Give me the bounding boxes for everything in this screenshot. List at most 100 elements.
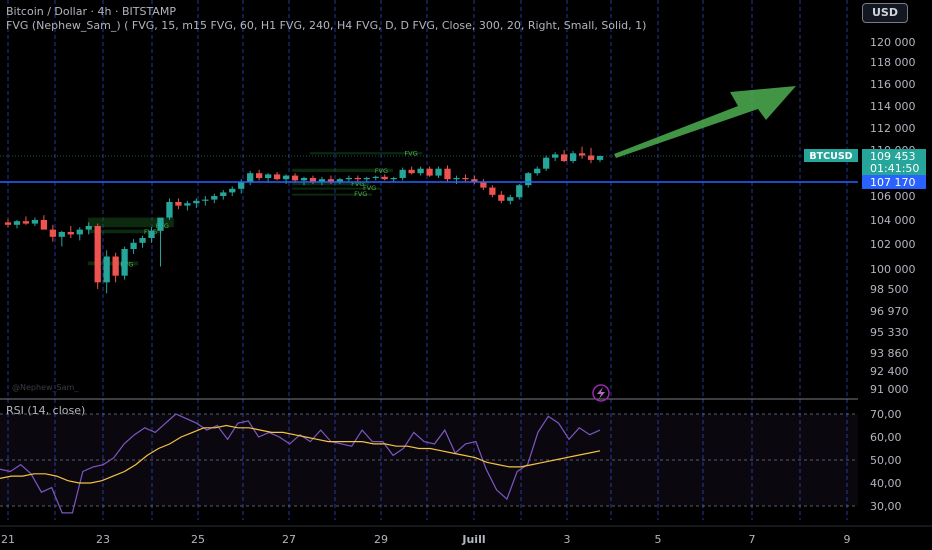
candle — [202, 199, 209, 201]
time-axis[interactable]: 21 23 25 27 29 Juill 3 5 7 9 — [0, 525, 932, 546]
price-tick-label: 100 000 — [870, 263, 916, 276]
candle — [408, 169, 415, 174]
candle — [31, 220, 39, 224]
time-tick-label: 7 — [749, 533, 756, 546]
candle — [372, 176, 379, 178]
candle — [363, 178, 370, 180]
candle — [157, 217, 164, 231]
candle — [534, 168, 541, 174]
arrow-shape — [614, 86, 796, 158]
time-tick-label: 9 — [844, 533, 851, 546]
rsi-legend[interactable]: RSI (14, close) — [6, 404, 85, 417]
candle — [103, 256, 110, 283]
candle — [390, 178, 397, 180]
time-tick-label: Juill — [461, 533, 485, 546]
hline-price-text: 107 170 — [870, 176, 916, 189]
candle — [112, 256, 119, 276]
candle — [345, 178, 352, 180]
candle — [220, 192, 227, 196]
candle — [264, 174, 272, 178]
rsi-tick-label: 70,00 — [870, 408, 902, 421]
price-tick-label: 106 000 — [870, 190, 916, 203]
price-tick-label: 96 970 — [870, 305, 909, 318]
candle — [354, 178, 361, 180]
candle — [596, 156, 604, 160]
time-tick-label: 23 — [96, 533, 110, 546]
chart-title: Bitcoin / Dollar · 4h · BITSTAMP — [6, 5, 176, 18]
candle — [462, 178, 469, 180]
candle — [247, 173, 254, 182]
price-tick-label: 120 000 — [870, 36, 916, 49]
price-tick-label: 118 000 — [870, 56, 916, 69]
candle — [453, 178, 460, 180]
candle — [498, 194, 505, 201]
price-tick-label: 116 000 — [870, 78, 916, 91]
candle — [139, 238, 146, 243]
candle — [67, 232, 74, 235]
currency-button[interactable]: USD — [862, 3, 908, 23]
price-tick-label: 98 500 — [870, 283, 909, 296]
candle — [282, 175, 290, 180]
candle — [417, 168, 424, 174]
trend-arrow[interactable] — [614, 86, 796, 158]
rsi-tick-label: 50,00 — [870, 454, 902, 467]
candle — [291, 175, 299, 181]
price-tick-label: 114 000 — [870, 100, 916, 113]
time-tick-label: 3 — [564, 533, 571, 546]
rsi-tick-label: 40,00 — [870, 477, 902, 490]
candle — [58, 232, 65, 237]
candle — [426, 168, 433, 176]
candle — [578, 153, 586, 156]
watermark: @Nephew_Sam_ — [12, 383, 79, 392]
time-tick-label: 5 — [655, 533, 662, 546]
fvg-zones: FVGFVGFVGFVGFVGFVGFVGFVG — [87, 149, 423, 268]
candle — [76, 229, 83, 235]
candle — [229, 188, 236, 193]
indicator-legend[interactable]: FVG (Nephew_Sam_) ( FVG, 15, m15 FVG, 60… — [6, 19, 646, 32]
price-tick-label: 92 400 — [870, 365, 909, 378]
candle — [148, 230, 155, 238]
candle — [13, 221, 21, 225]
candle — [560, 154, 568, 161]
candle — [130, 242, 137, 249]
candle — [435, 168, 442, 176]
candle — [166, 202, 173, 218]
rsi-tick-label: 60,00 — [870, 431, 902, 444]
candle — [85, 226, 92, 230]
candle — [399, 169, 406, 178]
price-tick-label: 112 000 — [870, 122, 916, 135]
candle — [22, 221, 30, 224]
candle — [175, 202, 182, 206]
candle — [193, 200, 200, 204]
price-tick-label: 93 860 — [870, 347, 909, 360]
candle — [4, 222, 12, 225]
candle — [309, 178, 317, 182]
price-chart[interactable]: FVGFVGFVGFVGFVGFVGFVGFVG 120 000118 0001… — [0, 0, 932, 550]
candle — [381, 176, 388, 180]
price-tick-label: 91 000 — [870, 383, 909, 396]
candle — [444, 168, 451, 180]
candle — [121, 249, 128, 276]
time-tick-label: 29 — [374, 533, 388, 546]
price-tick-label: 102 000 — [870, 238, 916, 251]
price-tick-label: 104 000 — [870, 214, 916, 227]
price-tick-label: 95 330 — [870, 326, 909, 339]
candle — [569, 153, 577, 161]
time-tick-label: 25 — [191, 533, 205, 546]
fvg-label: FVG — [354, 190, 367, 198]
candle — [516, 185, 523, 198]
candle — [184, 203, 191, 206]
fvg-label: FVG — [375, 167, 388, 175]
candle — [543, 157, 550, 169]
time-tick-label: 21 — [1, 533, 15, 546]
price-axis[interactable]: 120 000118 000116 000114 000112 000110 0… — [870, 36, 916, 396]
price-tags: BTCUSD 109 45301:41:50107 170 — [804, 149, 926, 189]
candle — [507, 197, 514, 201]
candle — [94, 226, 101, 283]
candle — [489, 187, 496, 195]
rsi-axis: 70,00 60,00 50,00 40,00 30,00 — [870, 408, 902, 513]
rsi-tick-label: 30,00 — [870, 500, 902, 513]
candle — [49, 229, 56, 237]
candle — [256, 173, 263, 178]
countdown-text: 01:41:50 — [870, 162, 919, 175]
